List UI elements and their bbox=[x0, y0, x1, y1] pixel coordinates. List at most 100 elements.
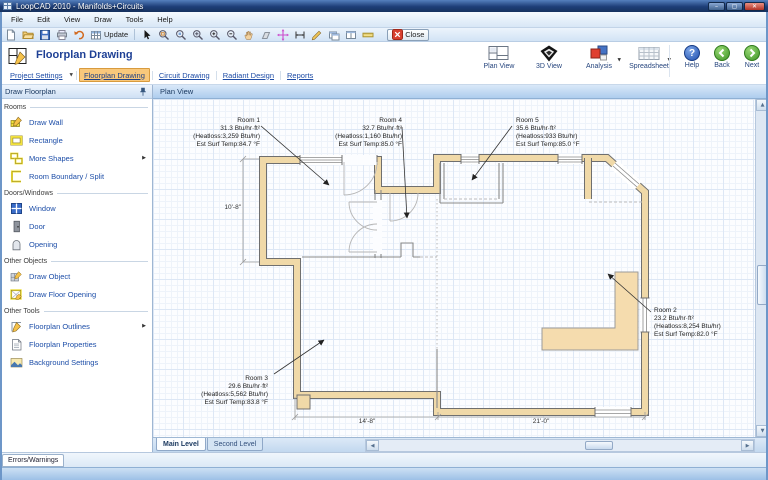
sidebar-item-window[interactable]: Window bbox=[0, 199, 152, 217]
save-button[interactable] bbox=[38, 28, 52, 41]
sidebar-item-floorplan-properties[interactable]: Floorplan Properties bbox=[0, 335, 152, 353]
floorplan-layer: Room 1 31.3 Btu/hr·ft² (Heatloss:3,259 B… bbox=[155, 99, 755, 437]
section-header-other-objects: Other Objects bbox=[4, 257, 148, 266]
room-heatloss: (Heatloss:5,562 Btu/hr) bbox=[201, 391, 268, 398]
sidebar-item-draw-wall[interactable]: Draw Wall bbox=[0, 113, 152, 131]
section-title: Other Objects bbox=[4, 258, 48, 265]
tab-project-settings[interactable]: Project Settings bbox=[6, 69, 67, 81]
sidebar-item-label: Window bbox=[29, 203, 56, 213]
help-button[interactable]: ? Help bbox=[679, 45, 705, 77]
door-icon bbox=[10, 220, 23, 233]
room-label-2: Room 2 23.2 Btu/hr·ft² (Heatloss:8,254 B… bbox=[654, 307, 721, 339]
menu-draw[interactable]: Draw bbox=[87, 13, 119, 26]
room-label-4: Room 4 32.7 Btu/hr·ft² (Heatloss:1,160 B… bbox=[335, 117, 402, 149]
floorplan-drawing-icon bbox=[8, 47, 29, 66]
title-bar: LoopCAD 2010 - Manifolds+Circuits – ▢ ✕ bbox=[0, 0, 768, 12]
pointer-tool[interactable] bbox=[140, 28, 154, 41]
tab-separator bbox=[151, 70, 153, 80]
zoom-in-tool[interactable] bbox=[208, 28, 222, 41]
menu-tools[interactable]: Tools bbox=[119, 13, 151, 26]
draw-line-tool[interactable] bbox=[310, 28, 324, 41]
next-button[interactable]: Next bbox=[739, 45, 765, 77]
scroll-left-arrow[interactable]: ◀ bbox=[366, 440, 379, 451]
plan-view-button[interactable]: Plan View bbox=[476, 45, 522, 70]
room-surf-temp: Est Surf Temp:85.0 °F bbox=[516, 141, 580, 148]
sidebar-item-floorplan-outlines[interactable]: Floorplan Outlines ▶ bbox=[0, 317, 152, 335]
minimize-button[interactable]: – bbox=[708, 1, 725, 11]
drawing-canvas[interactable]: Room 1 31.3 Btu/hr·ft² (Heatloss:3,259 B… bbox=[153, 99, 755, 437]
sidebar-item-draw-floor-opening[interactable]: Draw Floor Opening bbox=[0, 285, 152, 303]
tab-radiant-design[interactable]: Radiant Design bbox=[219, 69, 278, 81]
toolbar: Update Close bbox=[0, 28, 768, 42]
sidebar-item-draw-object[interactable]: Draw Object bbox=[0, 267, 152, 285]
analysis-button[interactable]: Analysis ▼ bbox=[576, 45, 622, 70]
update-button[interactable]: Update bbox=[89, 28, 129, 41]
sidebar-item-rectangle[interactable]: Rectangle bbox=[0, 131, 152, 149]
cascade-windows-button[interactable] bbox=[327, 28, 341, 41]
close-drawing-button[interactable]: Close bbox=[387, 28, 430, 41]
3d-view-button[interactable]: 3D View bbox=[526, 45, 572, 70]
sidebar-item-more-shapes[interactable]: More Shapes ▶ bbox=[0, 149, 152, 167]
sidebar-item-background-settings[interactable]: Background Settings bbox=[0, 353, 152, 371]
pin-icon[interactable] bbox=[139, 87, 147, 97]
tab-separator bbox=[280, 70, 282, 80]
tab-circuit-drawing[interactable]: Circuit Drawing bbox=[155, 69, 214, 81]
room-heatloss: (Heatloss:933 Btu/hr) bbox=[516, 133, 578, 140]
tab-reports[interactable]: Reports bbox=[283, 69, 317, 81]
errors-warnings-tab[interactable]: Errors/Warnings bbox=[2, 454, 65, 467]
sidebar-item-opening[interactable]: Opening bbox=[0, 235, 152, 253]
print-button[interactable] bbox=[55, 28, 69, 41]
zoom-object-tool[interactable] bbox=[174, 28, 188, 41]
menu-edit[interactable]: Edit bbox=[30, 13, 57, 26]
move-tool[interactable] bbox=[276, 28, 290, 41]
tab-separator bbox=[215, 70, 217, 80]
interior-walls bbox=[302, 163, 504, 408]
close-window-button[interactable]: ✕ bbox=[744, 1, 765, 11]
open-button[interactable] bbox=[21, 28, 35, 41]
zoom-out-tool[interactable] bbox=[225, 28, 239, 41]
scroll-right-arrow[interactable]: ▶ bbox=[741, 440, 754, 451]
draw-wall-icon bbox=[10, 116, 23, 129]
3d-view-icon bbox=[538, 45, 560, 62]
zoom-extents-tool[interactable] bbox=[191, 28, 205, 41]
back-label: Back bbox=[714, 62, 730, 69]
analysis-icon bbox=[588, 45, 610, 62]
pan-tool[interactable] bbox=[242, 28, 256, 41]
room-surf-temp: Est Surf Temp:82.0 °F bbox=[654, 331, 718, 338]
tab-main-level[interactable]: Main Level bbox=[156, 438, 206, 451]
canvas-view-tab: Plan View bbox=[153, 85, 768, 99]
horizontal-scrollbar[interactable]: ◀ ▶ bbox=[365, 439, 755, 452]
spreadsheet-icon bbox=[638, 45, 660, 62]
new-button[interactable] bbox=[4, 28, 18, 41]
ruler-tool[interactable] bbox=[361, 28, 375, 41]
menu-help[interactable]: Help bbox=[150, 13, 179, 26]
sidebar-item-label: Floorplan Outlines bbox=[29, 321, 90, 331]
windows bbox=[299, 154, 650, 417]
menu-view[interactable]: View bbox=[57, 13, 87, 26]
horizontal-scroll-thumb[interactable] bbox=[585, 441, 613, 450]
sidebar-item-door[interactable]: Door bbox=[0, 217, 152, 235]
analysis-label: Analysis bbox=[585, 63, 613, 70]
undo-button[interactable] bbox=[72, 28, 86, 41]
transform-tool[interactable] bbox=[259, 28, 273, 41]
maximize-button[interactable]: ▢ bbox=[726, 1, 743, 11]
view-buttons: Plan View 3D View Analysis ▼ Spreadsheet… bbox=[476, 45, 672, 70]
tab-floorplan-drawing[interactable]: Floorplan Drawing bbox=[79, 68, 150, 82]
nav-buttons: ? Help Back Next bbox=[669, 45, 765, 77]
spreadsheet-button[interactable]: Spreadsheet ▼ bbox=[626, 45, 672, 70]
room-heatloss: (Heatloss:3,259 Btu/hr) bbox=[193, 133, 260, 140]
3d-view-label: 3D View bbox=[536, 63, 562, 70]
measure-tool[interactable] bbox=[293, 28, 307, 41]
room-label-1: Room 1 31.3 Btu/hr·ft² (Heatloss:3,259 B… bbox=[193, 117, 260, 149]
zoom-window-tool[interactable] bbox=[157, 28, 171, 41]
back-button[interactable]: Back bbox=[709, 45, 735, 77]
more-shapes-icon bbox=[10, 152, 23, 165]
room-surf-temp: Est Surf Temp:85.0 °F bbox=[338, 141, 402, 148]
menu-file[interactable]: File bbox=[4, 13, 30, 26]
background-settings-icon bbox=[10, 356, 23, 369]
level-tab-strip: Main Level Second Level ◀ ▶ bbox=[153, 437, 768, 452]
tab-second-level[interactable]: Second Level bbox=[206, 438, 264, 451]
room-boundary-icon bbox=[10, 170, 23, 183]
tile-windows-button[interactable] bbox=[344, 28, 358, 41]
sidebar-item-room-boundary-split[interactable]: Room Boundary / Split bbox=[0, 167, 152, 185]
